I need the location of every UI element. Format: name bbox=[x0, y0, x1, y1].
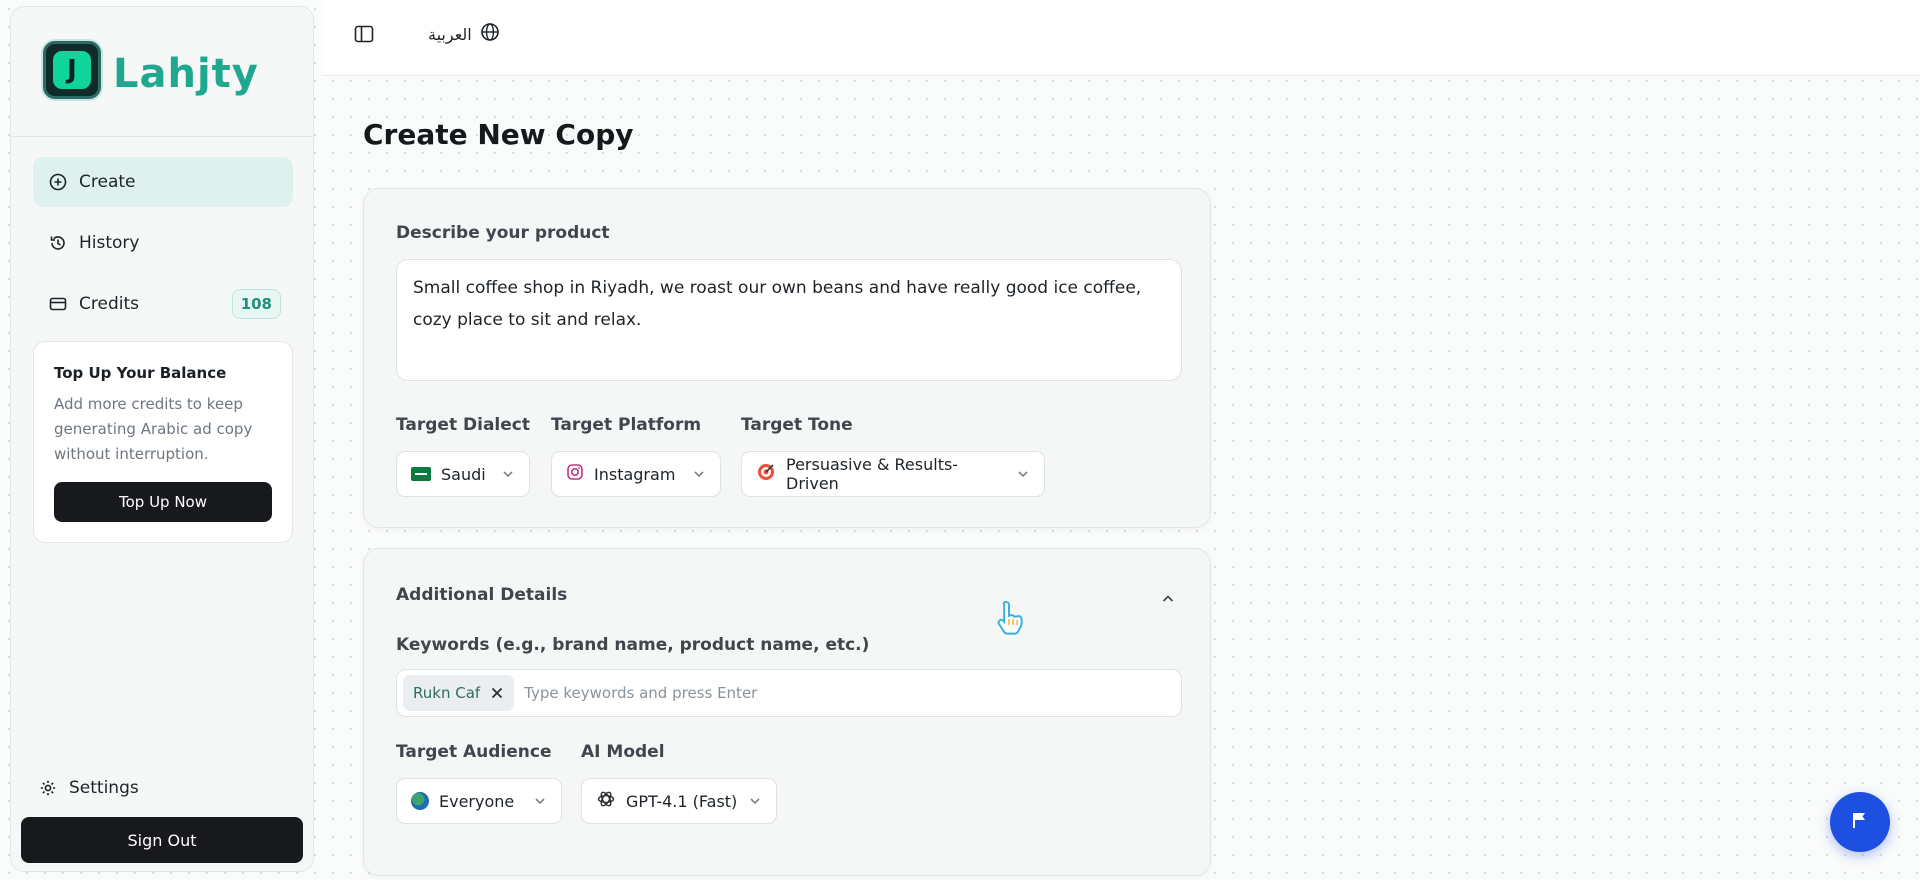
tone-label: Target Tone bbox=[741, 415, 853, 435]
sidebar-item-history[interactable]: History bbox=[33, 218, 293, 268]
sidebar-item-label: Settings bbox=[69, 778, 139, 798]
saudi-flag-icon bbox=[411, 467, 431, 481]
sidebar: J Lahjty Create History Credits 108 Top … bbox=[10, 6, 314, 872]
chevron-down-icon bbox=[692, 467, 706, 481]
platform-select[interactable]: Instagram bbox=[551, 451, 721, 497]
history-icon bbox=[47, 232, 69, 254]
model-label: AI Model bbox=[581, 742, 665, 762]
audience-label: Target Audience bbox=[396, 742, 552, 762]
product-description-textarea[interactable]: Small coffee shop in Riyadh, we roast ou… bbox=[396, 259, 1182, 381]
credits-badge: 108 bbox=[231, 289, 281, 319]
keyword-chip-label: Rukn Caf bbox=[413, 684, 481, 702]
openai-icon bbox=[596, 789, 616, 813]
sidebar-item-create[interactable]: Create bbox=[33, 157, 293, 207]
close-icon[interactable] bbox=[488, 684, 506, 702]
keywords-label: Keywords (e.g., brand name, product name… bbox=[396, 635, 870, 655]
sidebar-item-credits[interactable]: Credits 108 bbox=[33, 279, 293, 329]
dialect-label: Target Dialect bbox=[396, 415, 530, 435]
gear-icon bbox=[37, 777, 59, 799]
brand-logo[interactable]: J bbox=[43, 41, 101, 99]
keyword-chip: Rukn Caf bbox=[403, 675, 515, 711]
brand-name[interactable]: Lahjty bbox=[113, 51, 259, 97]
brand-logo-letter: J bbox=[53, 51, 91, 89]
platform-label: Target Platform bbox=[551, 415, 702, 435]
sidebar-item-label: History bbox=[79, 233, 140, 253]
sidebar-toggle-icon[interactable] bbox=[354, 24, 376, 46]
audience-select[interactable]: Everyone bbox=[396, 778, 562, 824]
brand-header: J Lahjty bbox=[11, 7, 313, 137]
page-title: Create New Copy bbox=[363, 118, 634, 151]
feedback-button[interactable] bbox=[1830, 792, 1890, 852]
dialect-value: Saudi bbox=[441, 464, 486, 484]
audience-value: Everyone bbox=[439, 791, 515, 811]
chevron-down-icon bbox=[1016, 467, 1030, 481]
dialect-select[interactable]: Saudi bbox=[396, 451, 530, 497]
model-select[interactable]: GPT-4.1 (Fast) bbox=[581, 778, 777, 824]
additional-details-title[interactable]: Additional Details bbox=[396, 585, 567, 605]
chevron-down-icon bbox=[748, 794, 762, 808]
plus-circle-icon bbox=[47, 171, 69, 193]
chevron-up-icon[interactable] bbox=[1156, 587, 1180, 611]
topup-title: Top Up Your Balance bbox=[54, 364, 227, 382]
target-icon bbox=[756, 462, 776, 486]
tone-select[interactable]: Persuasive & Results-Driven bbox=[741, 451, 1045, 497]
product-card: Describe your product Small coffee shop … bbox=[363, 188, 1211, 528]
globe-icon bbox=[411, 792, 429, 810]
sign-out-button[interactable]: Sign Out bbox=[21, 817, 303, 863]
product-label: Describe your product bbox=[396, 223, 610, 243]
chevron-down-icon bbox=[501, 467, 515, 481]
pointer-cursor-icon bbox=[994, 598, 1030, 638]
top-up-button[interactable]: Top Up Now bbox=[54, 482, 272, 522]
additional-details-card: Additional Details Keywords (e.g., brand… bbox=[363, 548, 1211, 876]
globe-icon bbox=[480, 22, 500, 46]
credit-card-icon bbox=[47, 293, 69, 315]
topup-card: Top Up Your Balance Add more credits to … bbox=[33, 341, 293, 543]
keywords-input[interactable] bbox=[524, 684, 1175, 702]
sidebar-item-settings[interactable]: Settings bbox=[23, 763, 283, 813]
sidebar-item-label: Create bbox=[79, 172, 136, 192]
topup-description: Add more credits to keep generating Arab… bbox=[54, 395, 253, 463]
chevron-down-icon bbox=[533, 794, 547, 808]
top-bar: العربية bbox=[324, 0, 1920, 76]
instagram-icon bbox=[566, 463, 584, 485]
keywords-field[interactable]: Rukn Caf bbox=[396, 669, 1182, 717]
language-label: العربية bbox=[428, 24, 472, 44]
model-value: GPT-4.1 (Fast) bbox=[626, 791, 738, 811]
sidebar-item-label: Credits bbox=[79, 294, 139, 314]
platform-value: Instagram bbox=[594, 464, 676, 484]
language-switch[interactable]: العربية bbox=[428, 22, 500, 46]
flag-icon bbox=[1850, 810, 1870, 834]
tone-value: Persuasive & Results-Driven bbox=[786, 455, 959, 493]
